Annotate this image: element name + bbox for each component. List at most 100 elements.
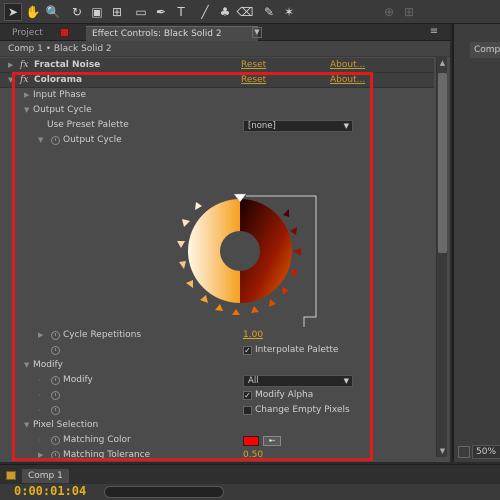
group-pixel-selection[interactable]: ▼ Pixel Selection	[0, 418, 434, 433]
stopwatch-icon[interactable]	[51, 391, 60, 400]
rotate-icon[interactable]: ↻	[68, 3, 86, 21]
collapse-triangle-icon[interactable]: ▼	[24, 418, 29, 433]
composition-panel: Comp 50%	[452, 24, 500, 462]
panel-tab-bar: Project Effect Controls: Black Solid 2 ▼…	[0, 24, 450, 41]
group-output-cycle[interactable]: ▼ Output Cycle	[0, 103, 434, 118]
property-modify: · Modify All ▼	[0, 373, 434, 388]
timeline-comp-icon	[6, 471, 16, 480]
breadcrumb: Comp 1 • Black Solid 2	[0, 41, 450, 57]
reset-button-fractal-noise[interactable]: Reset	[241, 58, 266, 73]
wheel-center-hole	[224, 235, 256, 267]
lock-icon[interactable]	[60, 28, 69, 37]
property-use-preset-palette: Use Preset Palette [none] ▼	[0, 118, 434, 133]
tab-project[interactable]: Project	[6, 26, 49, 41]
group-label-modify: Modify	[33, 360, 63, 370]
rectangle-mask-icon[interactable]: ▭	[132, 3, 150, 21]
collapse-triangle-icon[interactable]: ▼	[24, 103, 29, 118]
zoom-dropdown[interactable]: 50%	[472, 445, 500, 459]
vertical-scrollbar[interactable]: ▲ ▼	[436, 57, 447, 457]
property-label-use-preset-palette: Use Preset Palette	[47, 120, 129, 130]
scroll-up-icon[interactable]: ▲	[437, 57, 448, 69]
current-time-display[interactable]: 0:00:01:04	[14, 484, 86, 498]
expand-triangle-icon[interactable]: ▶	[38, 328, 43, 343]
axis-icon[interactable]: ⊕	[380, 3, 398, 21]
property-change-empty-pixels: · Change Empty Pixels	[0, 403, 434, 418]
group-modify[interactable]: ▼ Modify	[0, 358, 434, 373]
effect-header-colorama[interactable]: ▼ fx Colorama Reset About...	[0, 73, 434, 88]
camera-icon[interactable]: ▣	[88, 3, 106, 21]
output-cycle-color-wheel[interactable]	[170, 147, 330, 327]
interpolate-palette-checkbox[interactable]: ✓	[243, 346, 252, 355]
hand-icon[interactable]: ✋	[24, 3, 42, 21]
preset-palette-dropdown[interactable]: [none] ▼	[243, 120, 353, 132]
stopwatch-icon[interactable]	[51, 136, 60, 145]
change-empty-pixels-label: Change Empty Pixels	[255, 405, 350, 415]
chevron-down-icon: ▼	[343, 377, 349, 385]
property-modify-alpha: · ✓ Modify Alpha	[0, 388, 434, 403]
roto-brush-icon[interactable]: ✎	[260, 3, 278, 21]
matching-color-swatch[interactable]	[243, 436, 259, 446]
collapse-triangle-icon[interactable]: ▼	[38, 133, 43, 148]
stopwatch-icon[interactable]	[51, 436, 60, 445]
fx-icon[interactable]: fx	[20, 73, 28, 88]
timeline-tab-bar: Comp 1	[0, 464, 500, 484]
collapse-triangle-icon[interactable]: ▼	[8, 73, 13, 88]
puppet-pin-icon[interactable]: ✶	[280, 3, 298, 21]
modify-dropdown[interactable]: All ▼	[243, 375, 353, 387]
pan-behind-icon[interactable]: ⊞	[108, 3, 126, 21]
modify-alpha-label: Modify Alpha	[255, 390, 314, 400]
clone-stamp-icon[interactable]: ♣	[216, 3, 234, 21]
modify-dropdown-value: All	[248, 376, 259, 386]
property-cycle-repetitions: ▶ Cycle Repetitions 1.00	[0, 328, 434, 343]
property-label-matching-tolerance: Matching Tolerance	[63, 450, 151, 460]
eraser-icon[interactable]: ⌫	[236, 3, 254, 21]
expand-triangle-icon[interactable]: ▶	[8, 58, 13, 73]
zoom-icon[interactable]: 🔍	[44, 3, 62, 21]
group-label-output-cycle: Output Cycle	[33, 105, 92, 115]
effect-name-fractal-noise: Fractal Noise	[34, 60, 101, 70]
matching-tolerance-value[interactable]: 0.50	[243, 448, 263, 463]
preset-palette-value: [none]	[248, 121, 276, 131]
pen-icon[interactable]: ✒	[152, 3, 170, 21]
scroll-down-icon[interactable]: ▼	[437, 445, 448, 457]
tab-effect-controls[interactable]: Effect Controls: Black Solid 2	[86, 26, 258, 41]
expand-triangle-icon[interactable]: ▶	[24, 88, 29, 103]
fx-icon[interactable]: fx	[20, 58, 28, 73]
change-empty-pixels-checkbox[interactable]	[243, 406, 252, 415]
timeline-search-input[interactable]	[104, 486, 224, 498]
text-icon[interactable]: T	[172, 3, 190, 21]
effect-controls-panel: Comp 1 • Black Solid 2 ▶ fx Fractal Nois…	[0, 41, 450, 462]
property-label-output-cycle: Output Cycle	[63, 135, 122, 145]
expand-triangle-icon[interactable]: ▶	[38, 448, 43, 463]
tab-dropdown-chevron-icon[interactable]: ▼	[252, 27, 262, 38]
stopwatch-icon[interactable]	[51, 346, 60, 355]
panel-menu-icon[interactable]: ≡	[428, 26, 440, 38]
about-button-fractal-noise[interactable]: About...	[330, 58, 365, 73]
group-input-phase[interactable]: ▶ Input Phase	[0, 88, 434, 103]
cycle-repetitions-value[interactable]: 1.00	[243, 328, 263, 343]
about-button-colorama[interactable]: About...	[330, 73, 365, 88]
eyedropper-icon[interactable]: ➸	[263, 436, 281, 446]
stopwatch-icon[interactable]	[51, 376, 60, 385]
property-output-cycle: ▼ Output Cycle	[0, 133, 434, 148]
tab-composition[interactable]: Comp	[470, 42, 500, 58]
selection-arrow-icon[interactable]: ➤	[4, 3, 22, 21]
scrollbar-thumb[interactable]	[438, 73, 447, 253]
tab-effect-controls-label: Effect Controls: Black Solid 2	[92, 29, 222, 39]
reset-button-colorama[interactable]: Reset	[241, 73, 266, 88]
property-matching-tolerance: ▶ Matching Tolerance 0.50	[0, 448, 434, 463]
stopwatch-icon[interactable]	[51, 451, 60, 460]
modify-alpha-checkbox[interactable]: ✓	[243, 391, 252, 400]
brush-icon[interactable]: ╱	[196, 3, 214, 21]
chevron-down-icon: ▼	[343, 122, 349, 130]
tab-timeline-comp[interactable]: Comp 1	[22, 469, 69, 483]
stopwatch-icon[interactable]	[51, 406, 60, 415]
effect-header-fractal-noise[interactable]: ▶ fx Fractal Noise Reset About...	[0, 58, 434, 73]
property-interpolate-palette: ✓ Interpolate Palette	[0, 343, 434, 358]
snapshot-button[interactable]	[458, 446, 470, 458]
property-label-matching-color: Matching Color	[63, 435, 131, 445]
grid-icon[interactable]: ⊞	[400, 3, 418, 21]
bullet-dot: ·	[38, 376, 41, 385]
collapse-triangle-icon[interactable]: ▼	[24, 358, 29, 373]
stopwatch-icon[interactable]	[51, 331, 60, 340]
